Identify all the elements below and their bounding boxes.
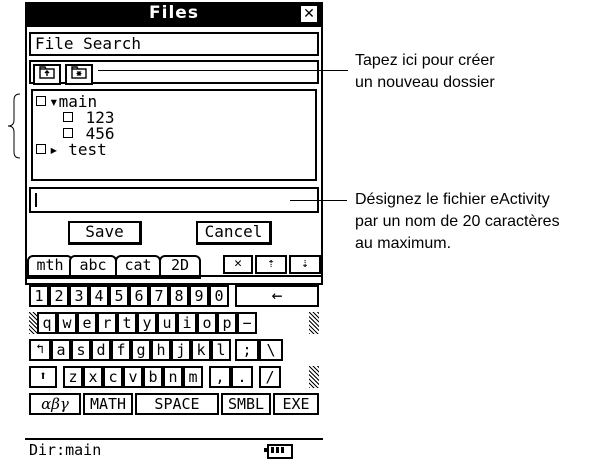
tree-item-test[interactable]: ▸ test xyxy=(36,142,107,158)
key-c[interactable]: c xyxy=(103,366,123,388)
key-p[interactable]: p xyxy=(217,312,237,334)
space-key[interactable]: SPACE xyxy=(135,393,219,415)
annotation-line: Désignez le fichier eActivity xyxy=(355,191,550,208)
backspace-key[interactable]: ← xyxy=(235,285,319,307)
tree-brace xyxy=(7,93,21,159)
scroll-down-icon[interactable]: ⇣ xyxy=(289,255,321,274)
annotation-line: au maximum. xyxy=(355,235,452,252)
annotation-filename: Désignez le fichier eActivity par un nom… xyxy=(355,189,604,255)
checkbox[interactable] xyxy=(36,144,46,154)
keyboard-filler xyxy=(309,366,319,388)
filename-input[interactable] xyxy=(29,187,319,213)
title-bar: Files ✕ xyxy=(25,2,323,27)
key-2[interactable]: 2 xyxy=(49,285,69,307)
key-b[interactable]: b xyxy=(143,366,163,388)
key-k[interactable]: k xyxy=(191,339,211,361)
key-x[interactable]: x xyxy=(83,366,103,388)
annotation-line: Tapez ici pour créer xyxy=(355,52,495,69)
key-y[interactable]: y xyxy=(137,312,157,334)
key-6[interactable]: 6 xyxy=(129,285,149,307)
window-title: Files xyxy=(149,3,199,23)
exe-key[interactable]: EXE xyxy=(273,393,319,415)
scroll-up-icon[interactable]: ⇡ xyxy=(255,255,287,274)
collapsed-arrow-icon[interactable]: ▸ xyxy=(49,140,59,159)
text-cursor xyxy=(35,193,37,207)
key-semicolon[interactable]: ; xyxy=(235,339,259,361)
key-w[interactable]: w xyxy=(57,312,77,334)
file-tree: ▾main 123 456 ▸ test xyxy=(31,89,317,181)
key-h[interactable]: h xyxy=(151,339,171,361)
key-backslash[interactable]: \ xyxy=(259,339,283,361)
soft-keyboard: 1 2 3 4 5 6 7 8 9 0 ← q w e r t y u i o … xyxy=(25,275,323,438)
close-icon[interactable]: ✕ xyxy=(301,6,317,22)
status-bar: Dir:main xyxy=(25,438,323,460)
key-v[interactable]: v xyxy=(123,366,143,388)
close-keyboard-icon[interactable]: ✕ xyxy=(223,255,253,274)
key-t[interactable]: t xyxy=(117,312,137,334)
key-m[interactable]: m xyxy=(183,366,203,388)
key-7[interactable]: 7 xyxy=(149,285,169,307)
shift-lock-key[interactable]: ↰ xyxy=(29,339,51,361)
key-8[interactable]: 8 xyxy=(169,285,189,307)
key-minus[interactable]: − xyxy=(237,312,257,334)
leader-line-filename xyxy=(290,200,347,201)
key-i[interactable]: i xyxy=(177,312,197,334)
keyboard-filler xyxy=(309,312,319,334)
greek-key[interactable]: αβγ xyxy=(29,393,81,415)
key-n[interactable]: n xyxy=(163,366,183,388)
annotation-new-folder: Tapez ici pour créer un nouveau dossier xyxy=(355,50,600,94)
key-e[interactable]: e xyxy=(77,312,97,334)
key-l[interactable]: l xyxy=(211,339,231,361)
keyboard-tabs: mth abc cat 2D ✕ ⇡ ⇣ xyxy=(25,255,323,279)
key-0[interactable]: 0 xyxy=(209,285,229,307)
key-1[interactable]: 1 xyxy=(29,285,49,307)
symbol-key[interactable]: SMBL xyxy=(221,393,271,415)
key-r[interactable]: r xyxy=(97,312,117,334)
checkbox[interactable] xyxy=(63,112,73,122)
key-u[interactable]: u xyxy=(157,312,177,334)
expanded-arrow-icon[interactable]: ▾ xyxy=(49,92,59,111)
save-button[interactable]: Save xyxy=(68,221,142,245)
key-period[interactable]: . xyxy=(231,366,253,388)
key-4[interactable]: 4 xyxy=(89,285,109,307)
key-a[interactable]: a xyxy=(51,339,71,361)
key-f[interactable]: f xyxy=(111,339,131,361)
key-comma[interactable]: , xyxy=(209,366,231,388)
key-z[interactable]: z xyxy=(63,366,83,388)
folder-toolbar xyxy=(29,60,319,85)
key-d[interactable]: d xyxy=(91,339,111,361)
current-directory: Dir:main xyxy=(29,441,102,459)
annotation-line: un nouveau dossier xyxy=(355,74,495,91)
key-q[interactable]: q xyxy=(37,312,57,334)
file-search-label: File Search xyxy=(29,32,319,56)
keyboard-filler xyxy=(29,312,37,334)
key-5[interactable]: 5 xyxy=(109,285,129,307)
key-j[interactable]: j xyxy=(171,339,191,361)
key-o[interactable]: o xyxy=(197,312,217,334)
key-slash[interactable]: / xyxy=(259,366,281,388)
folder-up-icon[interactable] xyxy=(33,64,61,85)
key-3[interactable]: 3 xyxy=(69,285,89,307)
shift-key[interactable]: ⬆ xyxy=(29,366,57,388)
key-s[interactable]: s xyxy=(71,339,91,361)
new-folder-icon[interactable] xyxy=(65,64,93,85)
cancel-button[interactable]: Cancel xyxy=(196,221,272,245)
battery-icon xyxy=(264,444,293,459)
annotation-line: par un nom de 20 caractères xyxy=(355,213,560,230)
key-g[interactable]: g xyxy=(131,339,151,361)
math-key[interactable]: MATH xyxy=(83,393,133,415)
key-9[interactable]: 9 xyxy=(189,285,209,307)
folder-label: test xyxy=(68,140,107,159)
checkbox[interactable] xyxy=(36,96,46,106)
leader-line-new-folder xyxy=(98,70,348,71)
checkbox[interactable] xyxy=(63,128,73,138)
